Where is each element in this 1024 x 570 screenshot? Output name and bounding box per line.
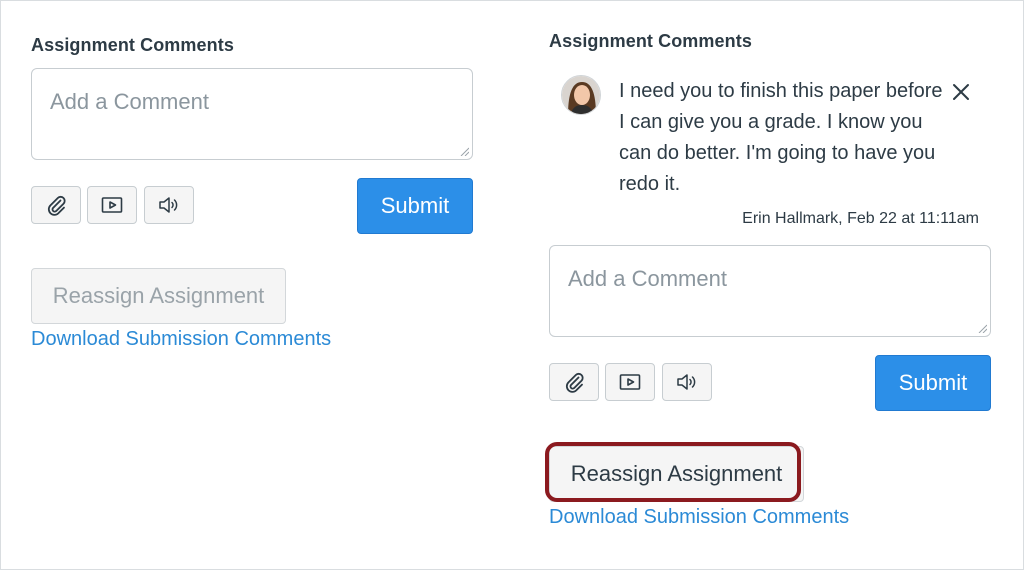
resize-grip-icon[interactable] — [977, 323, 987, 333]
download-submission-comments-link[interactable]: Download Submission Comments — [549, 506, 849, 529]
audio-comment-button[interactable] — [144, 186, 194, 224]
section-heading: Assignment Comments — [31, 35, 234, 55]
attach-file-button[interactable] — [31, 186, 81, 224]
paperclip-icon — [565, 372, 584, 393]
close-icon[interactable] — [951, 82, 971, 102]
comment-textarea[interactable]: Add a Comment — [31, 68, 473, 160]
submit-button[interactable]: Submit — [357, 178, 473, 234]
media-icon — [619, 374, 641, 390]
audio-comment-button[interactable] — [662, 363, 712, 401]
right-comments-panel: Assignment Comments I need you to finish… — [545, 30, 991, 528]
comment-placeholder: Add a Comment — [50, 89, 209, 114]
paperclip-icon — [47, 195, 66, 216]
media-icon — [101, 197, 123, 213]
avatar — [561, 75, 601, 115]
audio-icon — [677, 374, 696, 390]
reassign-assignment-button: Reassign Assignment — [31, 268, 286, 324]
reassign-assignment-button[interactable]: Reassign Assignment — [545, 442, 804, 502]
media-comment-button[interactable] — [605, 363, 655, 401]
comment-textarea[interactable]: Add a Comment — [549, 245, 991, 337]
section-heading: Assignment Comments — [549, 31, 752, 51]
left-comments-panel: Assignment Comments Add a Comment Submit… — [31, 34, 473, 350]
attach-file-button[interactable] — [549, 363, 599, 401]
avatar-photo-icon — [562, 76, 600, 114]
resize-grip-icon[interactable] — [459, 146, 469, 156]
comment-toolbar: Submit — [549, 355, 991, 411]
comment-toolbar: Submit — [31, 178, 473, 234]
media-comment-button[interactable] — [87, 186, 137, 224]
download-submission-comments-link[interactable]: Download Submission Comments — [31, 328, 331, 351]
reassign-assignment-label: Reassign Assignment — [570, 461, 783, 486]
comment-placeholder: Add a Comment — [568, 266, 727, 291]
audio-icon — [159, 197, 178, 213]
comment-body: I need you to finish this paper before I… — [619, 80, 943, 195]
comment-author-timestamp: Erin Hallmark, Feb 22 at 11:11am — [742, 210, 979, 227]
submit-button[interactable]: Submit — [875, 355, 991, 411]
